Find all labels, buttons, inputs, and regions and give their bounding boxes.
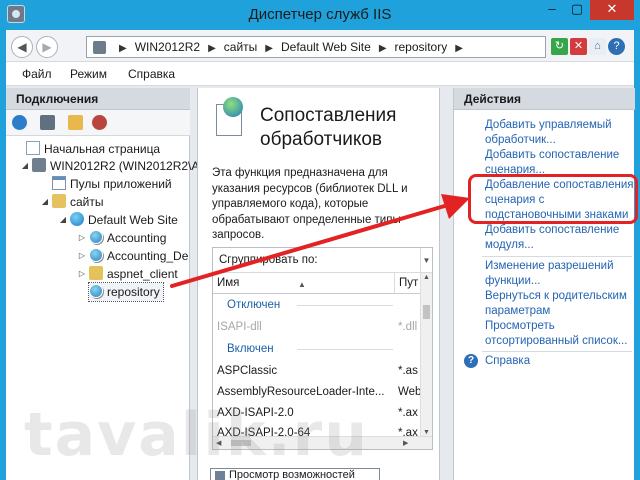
annotation-arrow (170, 194, 470, 288)
